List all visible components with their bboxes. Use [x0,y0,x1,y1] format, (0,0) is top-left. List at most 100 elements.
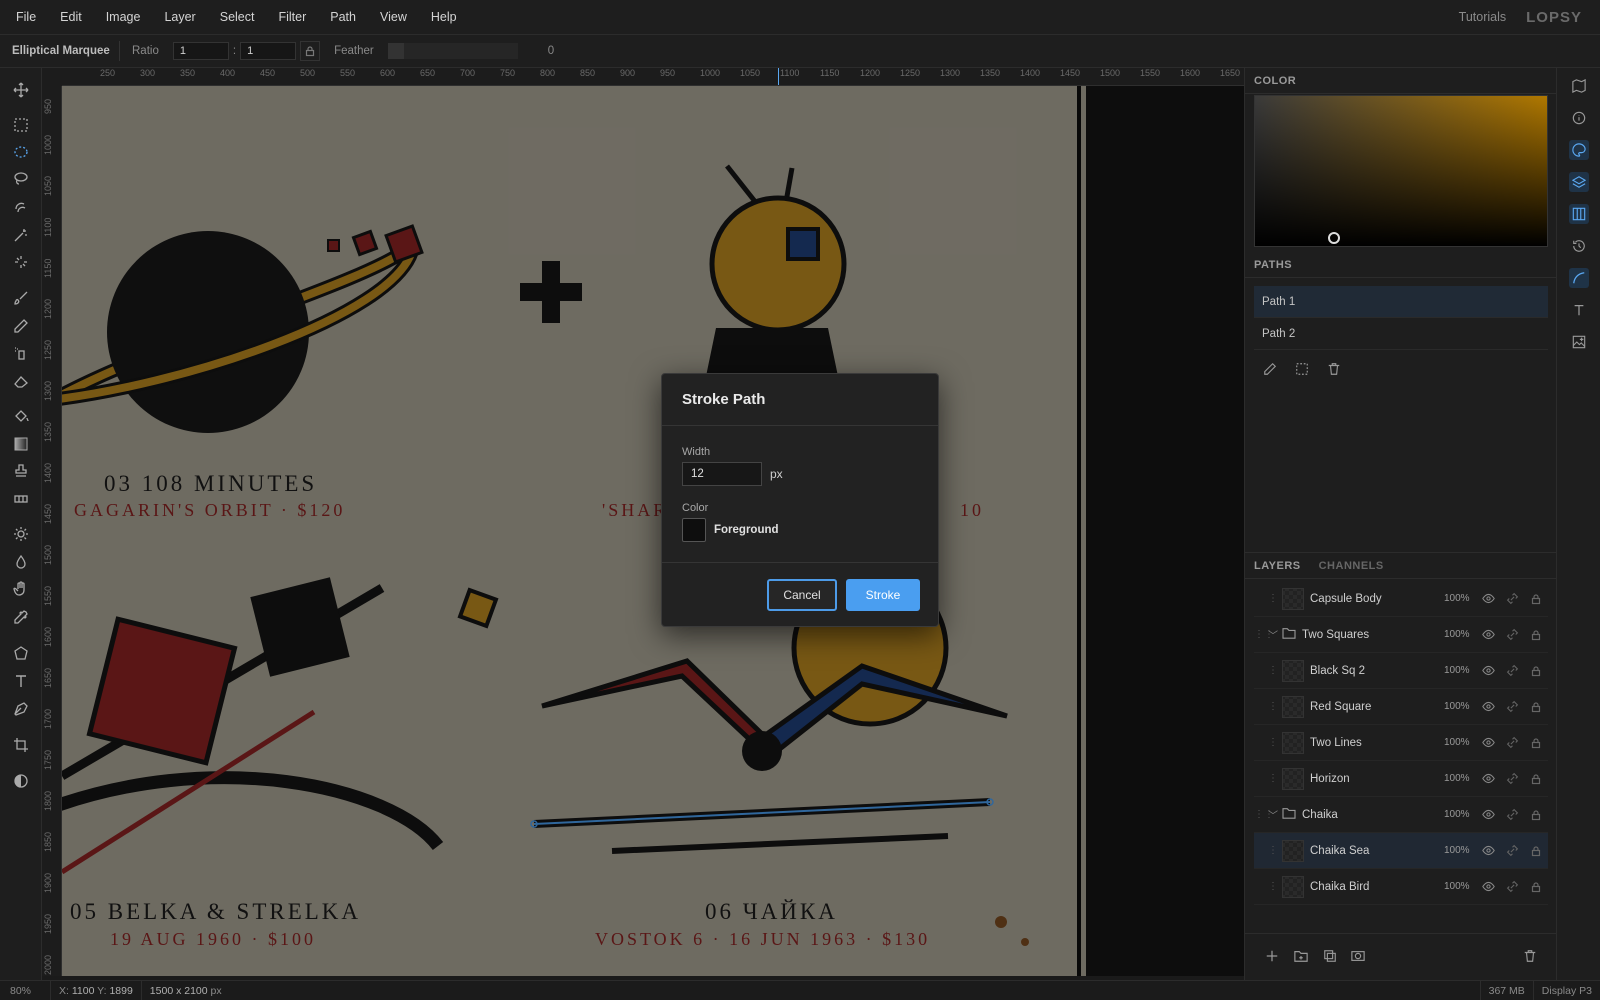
stroke-button[interactable]: Stroke [846,579,920,611]
layer-row[interactable]: ⋮⋮ Red Square 100% [1254,689,1548,725]
navigator-panel-button[interactable] [1569,76,1589,96]
menu-select[interactable]: Select [208,0,267,35]
new-group-button[interactable] [1293,949,1309,966]
visibility-toggle[interactable] [1476,844,1500,857]
delete-layer-button[interactable] [1523,949,1537,966]
blur-tool[interactable] [11,552,31,572]
patch-tool[interactable] [11,489,31,509]
menu-layer[interactable]: Layer [152,0,207,35]
color-panel-button[interactable] [1569,140,1589,160]
lock-toggle[interactable] [1524,629,1548,641]
link-toggle[interactable] [1500,664,1524,677]
dodge-tool[interactable] [11,524,31,544]
chevron-down-icon[interactable]: ﹀ [1268,807,1282,822]
drag-handle-icon[interactable]: ⋮⋮ [1268,737,1288,748]
history-panel-button[interactable] [1569,236,1589,256]
spray-tool[interactable] [11,343,31,363]
stroke-color-swatch[interactable] [682,518,706,542]
menu-help[interactable]: Help [419,0,469,35]
link-toggle[interactable] [1500,628,1524,641]
paths-panel-button[interactable] [1569,268,1589,288]
color-field[interactable] [1254,95,1548,247]
menu-filter[interactable]: Filter [266,0,318,35]
drag-handle-icon[interactable]: ⋮⋮ [1268,881,1288,892]
link-toggle[interactable] [1500,880,1524,893]
stroke-width-input[interactable] [682,462,762,486]
layer-opacity[interactable]: 100% [1444,737,1476,748]
magic-wand-tool[interactable] [11,225,31,245]
link-toggle[interactable] [1500,772,1524,785]
color-picker-handle[interactable] [1328,232,1340,244]
layer-row[interactable]: ⋮⋮ Two Lines 100% [1254,725,1548,761]
lock-toggle[interactable] [1524,737,1548,749]
layer-row[interactable]: ⋮⋮ Chaika Bird 100% [1254,869,1548,905]
layer-opacity[interactable]: 100% [1444,665,1476,676]
tab-layers[interactable]: LAYERS [1254,560,1301,572]
character-panel-button[interactable] [1569,300,1589,320]
drag-handle-icon[interactable]: ⋮⋮ [1268,701,1288,712]
pencil-tool[interactable] [11,316,31,336]
lock-toggle[interactable] [1524,809,1548,821]
visibility-toggle[interactable] [1476,628,1500,641]
layer-opacity[interactable]: 100% [1444,773,1476,784]
visibility-toggle[interactable] [1476,808,1500,821]
ratio-height-input[interactable] [240,42,297,60]
image-panel-button[interactable] [1569,332,1589,352]
chevron-down-icon[interactable]: ﹀ [1268,627,1282,642]
crop-tool[interactable] [11,735,31,755]
visibility-toggle[interactable] [1476,592,1500,605]
visibility-toggle[interactable] [1476,736,1500,749]
drag-handle-icon[interactable]: ⋮⋮ [1268,845,1288,856]
eyedropper-tool[interactable] [11,607,31,627]
menu-file[interactable]: File [0,0,48,35]
hand-tool[interactable] [11,579,31,599]
move-tool[interactable] [11,80,31,100]
lock-toggle[interactable] [1524,701,1548,713]
lasso-tool[interactable] [11,169,31,189]
layer-row[interactable]: ⋮⋮ Horizon 100% [1254,761,1548,797]
tutorials-link[interactable]: Tutorials [1459,10,1506,24]
tab-channels[interactable]: CHANNELS [1319,560,1384,572]
edit-path-button[interactable] [1261,360,1279,378]
layers-panel-button[interactable] [1569,172,1589,192]
stamp-tool[interactable] [11,461,31,481]
menu-image[interactable]: Image [94,0,153,35]
gradient-tool[interactable] [11,434,31,454]
visibility-toggle[interactable] [1476,880,1500,893]
lock-toggle[interactable] [1524,845,1548,857]
layer-opacity[interactable]: 100% [1444,845,1476,856]
fill-tool[interactable] [11,406,31,426]
drag-handle-icon[interactable]: ⋮⋮ [1268,593,1288,604]
brush-tool[interactable] [11,288,31,308]
menu-view[interactable]: View [368,0,419,35]
duplicate-layer-button[interactable] [1323,949,1337,966]
layer-opacity[interactable]: 100% [1444,809,1476,820]
layer-opacity[interactable]: 100% [1444,701,1476,712]
shape-tool[interactable] [11,643,31,663]
menu-path[interactable]: Path [318,0,368,35]
visibility-toggle[interactable] [1476,700,1500,713]
link-toggle[interactable] [1500,700,1524,713]
menu-edit[interactable]: Edit [48,0,94,35]
path-item-2[interactable]: Path 2 [1254,318,1548,350]
ratio-width-input[interactable] [172,42,229,60]
channels-panel-button[interactable] [1569,204,1589,224]
cancel-button[interactable]: Cancel [767,579,837,611]
link-toggle[interactable] [1500,592,1524,605]
feather-slider[interactable] [387,43,518,59]
visibility-toggle[interactable] [1476,772,1500,785]
lock-toggle[interactable] [1524,881,1548,893]
drag-handle-icon[interactable]: ⋮⋮ [1268,665,1288,676]
quick-select-tool[interactable] [11,197,31,217]
link-toggle[interactable] [1500,808,1524,821]
layer-opacity[interactable]: 100% [1444,881,1476,892]
layer-row[interactable]: ⋮⋮ Black Sq 2 100% [1254,653,1548,689]
object-select-tool[interactable] [11,252,31,272]
lock-toggle[interactable] [1524,773,1548,785]
layer-opacity[interactable]: 100% [1444,593,1476,604]
layer-row[interactable]: ⋮⋮ ﹀ Two Squares 100% [1254,617,1548,653]
visibility-toggle[interactable] [1476,664,1500,677]
lock-toggle[interactable] [1524,665,1548,677]
type-tool[interactable] [11,671,31,691]
canvas-area[interactable]: 03 108 MINUTES GAGARIN'S ORBIT · $120 'S… [62,86,1244,976]
